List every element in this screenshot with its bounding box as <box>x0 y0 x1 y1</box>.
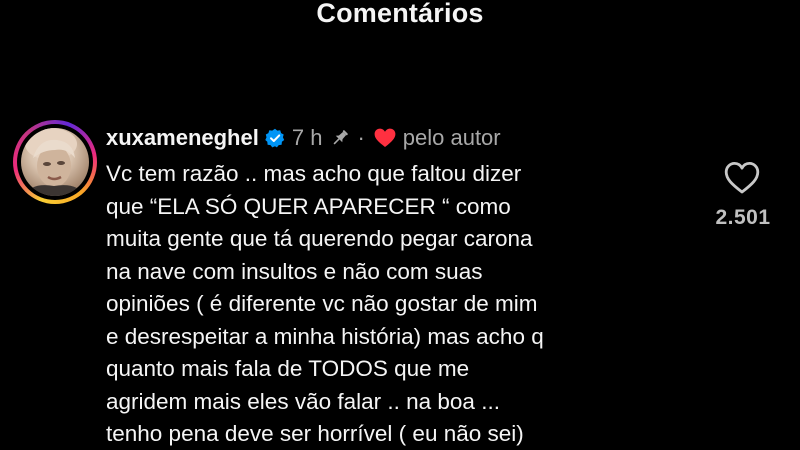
comment-header: xuxameneghel 7 h · pelo autor <box>106 121 501 155</box>
comment-text: Vc tem razão .. mas acho que faltou dize… <box>106 158 706 450</box>
comment-line: na nave com insultos e não com suas <box>106 258 483 284</box>
comment-line: quanto mais fala de TODOS que me <box>106 356 470 381</box>
like-button[interactable] <box>724 161 760 195</box>
comment-line: agridem mais eles vão falar .. na boa ..… <box>106 388 500 414</box>
avatar-gap <box>17 124 93 200</box>
heart-filled-icon <box>374 128 396 148</box>
verified-badge-icon <box>265 128 285 148</box>
heart-outline-icon <box>724 162 760 194</box>
comment-line: muita gente que tá querendo pegar carona <box>106 226 533 251</box>
avatar[interactable] <box>13 120 97 204</box>
comment-line: e desrespeitar a minha história) mas ach… <box>106 323 544 349</box>
avatar-portrait <box>25 128 85 196</box>
like-count: 2.501 <box>715 206 771 229</box>
comment-line: Vc tem razão .. mas acho que faltou dize… <box>106 161 522 186</box>
comment-line: tenho pena deve ser horrível ( eu não se… <box>106 421 524 446</box>
comment-line: opiniões ( é diferente vc não gostar de … <box>106 291 538 316</box>
comments-screen: Comentários xuxameneghel 7 h · pelo auto… <box>0 0 800 450</box>
comment-time: 7 h <box>291 125 323 150</box>
separator-dot: · <box>357 125 365 150</box>
page-title: Comentários <box>316 0 484 28</box>
comment-line: que “ELA SÓ QUER APARECER “ como <box>106 193 511 219</box>
username[interactable]: xuxameneghel <box>106 125 259 151</box>
avatar-photo <box>21 128 89 196</box>
pin-icon <box>330 128 350 148</box>
liked-by-author-label: pelo autor <box>402 125 501 150</box>
